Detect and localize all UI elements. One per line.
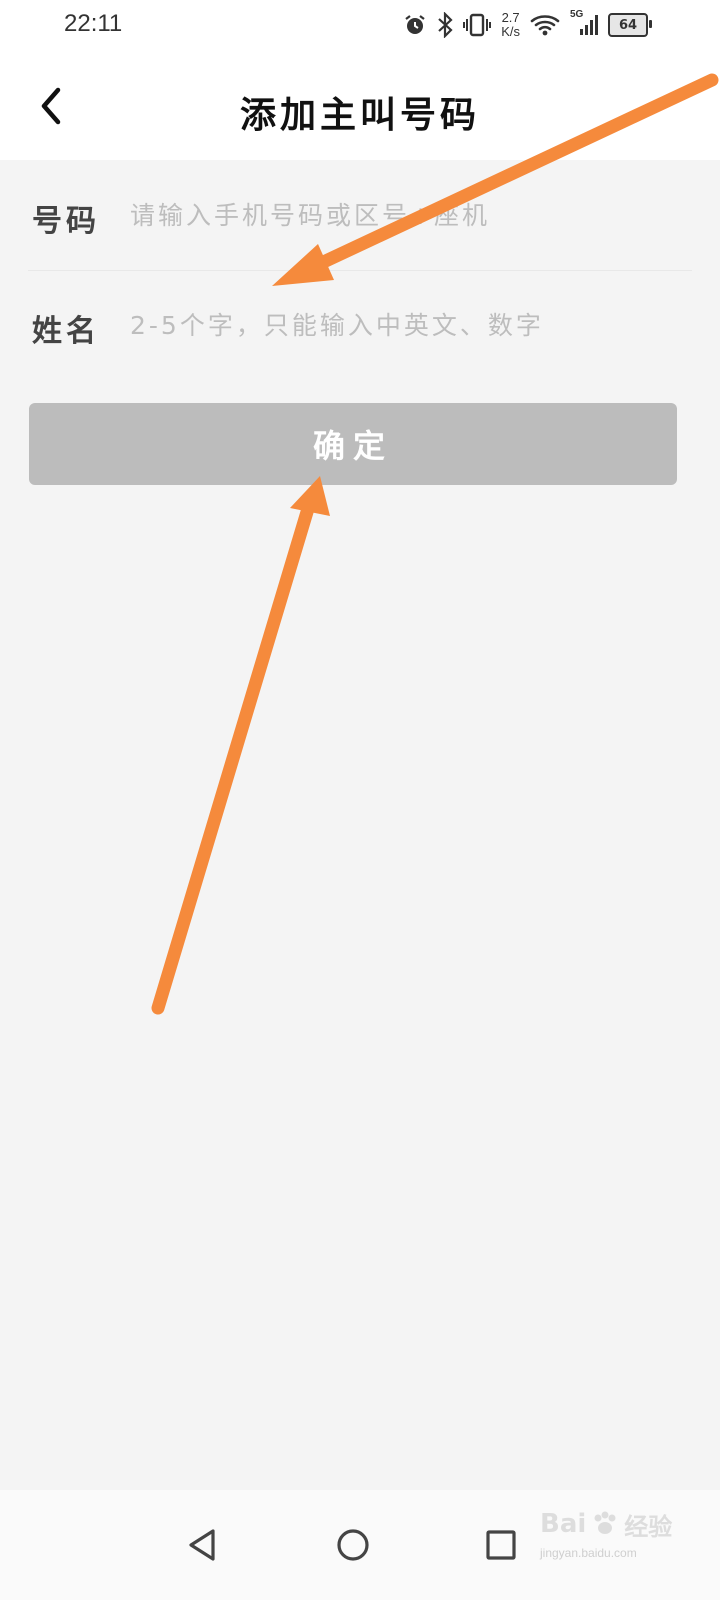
nav-back-button[interactable] <box>168 1510 238 1580</box>
watermark: Bai 经验 <box>540 1500 710 1548</box>
name-label: 姓名 <box>32 314 100 349</box>
battery-level: 64 <box>618 17 638 33</box>
net-speed-unit: K/s <box>501 24 520 39</box>
status-icons: 2.7 K/s 5G 64 <box>403 8 652 42</box>
bluetooth-icon <box>437 12 453 38</box>
form-divider <box>28 270 692 271</box>
paw-icon <box>594 1511 616 1534</box>
watermark-url: jingyan.baidu.com <box>540 1546 637 1560</box>
app-header: 添加主叫号码 <box>0 52 720 160</box>
vibrate-icon <box>463 13 492 37</box>
nav-recent-square-icon <box>486 1530 516 1560</box>
signal-type-label: 5G <box>570 9 584 20</box>
phone-row: 号码 <box>0 162 720 270</box>
watermark-brand: Bai <box>540 1509 587 1539</box>
net-speed: 2.7 K/s <box>501 11 520 39</box>
watermark-suffix: 经验 <box>624 1512 673 1541</box>
status-time: 22:11 <box>64 10 123 37</box>
phone-label: 号码 <box>32 204 100 239</box>
nav-back-triangle-icon <box>189 1529 215 1561</box>
name-row: 姓名 <box>0 272 720 380</box>
nav-home-button[interactable] <box>318 1510 388 1580</box>
cellular-signal-icon: 5G <box>570 9 598 37</box>
phone-input[interactable] <box>128 188 692 242</box>
status-bar: 22:11 2.7 K/s 5G 64 <box>0 0 720 52</box>
name-input[interactable] <box>128 298 692 352</box>
nav-recent-button[interactable] <box>466 1510 536 1580</box>
confirm-button[interactable]: 确定 <box>29 403 677 485</box>
net-speed-value: 2.7 <box>501 10 520 25</box>
wifi-icon <box>530 13 560 37</box>
nav-home-circle-icon <box>337 1529 369 1561</box>
alarm-icon <box>403 13 427 37</box>
battery-icon: 64 <box>608 13 652 37</box>
arrow-to-confirm-button <box>151 476 330 1015</box>
page-title: 添加主叫号码 <box>239 94 480 136</box>
